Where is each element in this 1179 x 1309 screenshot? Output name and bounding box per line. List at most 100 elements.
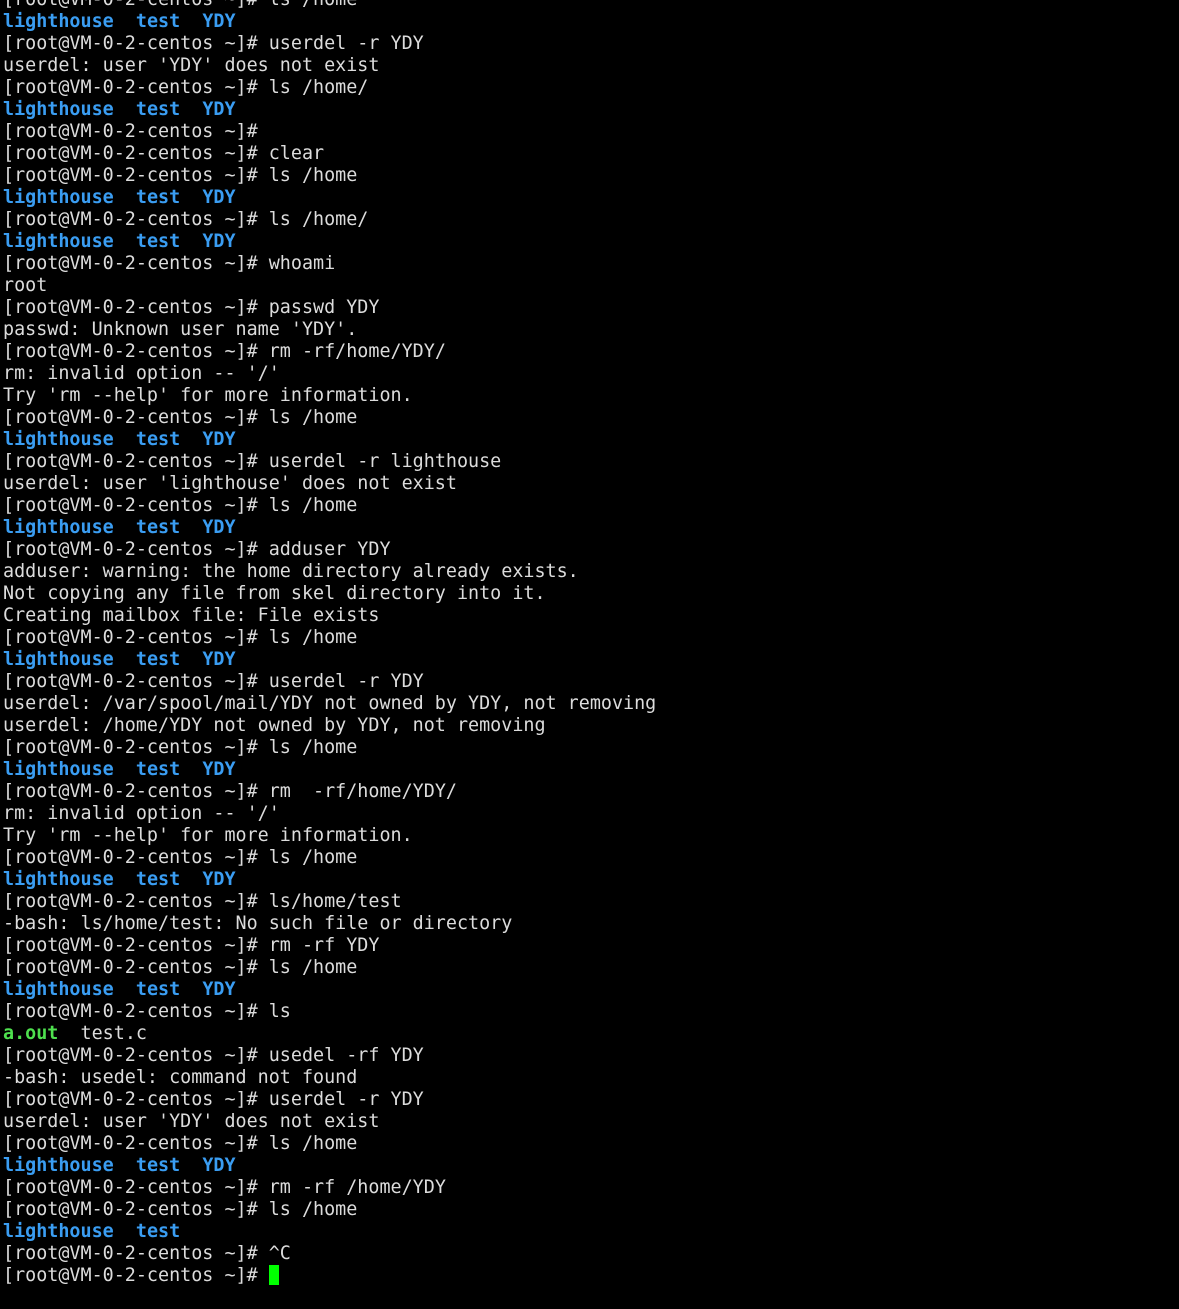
shell-prompt: [root@VM-0-2-centos ~]# <box>3 341 269 362</box>
shell-prompt: [root@VM-0-2-centos ~]# <box>3 781 269 802</box>
command-text: ls /home <box>268 957 358 978</box>
output-line: userdel: /home/YDY not owned by YDY, not… <box>3 715 656 737</box>
output-text: Try 'rm --help' for more information. <box>3 825 413 846</box>
prompt-line: [root@VM-0-2-centos ~]# ls /home <box>3 627 656 649</box>
shell-prompt: [root@VM-0-2-centos ~]# <box>3 165 269 186</box>
ls-entry-dir: test <box>135 649 181 670</box>
prompt-line: [root@VM-0-2-centos ~]# ls /home <box>3 165 656 187</box>
shell-prompt: [root@VM-0-2-centos ~]# <box>3 407 269 428</box>
command-text: ls /home <box>268 1199 358 1220</box>
output-text: userdel: user 'lighthouse' does not exis… <box>3 473 457 494</box>
command-text: ls /home <box>268 737 358 758</box>
output-line: rm: invalid option -- '/' <box>3 803 656 825</box>
prompt-line: [root@VM-0-2-centos ~]# ls /home <box>3 957 656 979</box>
ls-entry-dir: YDY <box>202 649 236 670</box>
ls-entry-dir: lighthouse <box>3 11 114 32</box>
ls-entry-dir: lighthouse <box>3 1221 114 1242</box>
command-text: ls /home <box>269 0 358 10</box>
output-text: userdel: /home/YDY not owned by YDY, not… <box>3 715 546 736</box>
ls-entry-dir: YDY <box>202 1155 236 1176</box>
ls-entry-dir: test <box>135 1221 181 1242</box>
output-line: rm: invalid option -- '/' <box>3 363 656 385</box>
ls-listing: lighthouse test YDY <box>3 759 656 781</box>
ls-entry-dir: lighthouse <box>3 979 114 1000</box>
shell-prompt: [root@VM-0-2-centos ~]# <box>3 1045 269 1066</box>
ls-entry-dir: test <box>135 1155 181 1176</box>
prompt-line: [root@VM-0-2-centos ~]# ^C <box>3 1243 656 1265</box>
command-text: ls /home/ <box>268 77 369 98</box>
output-text: userdel: user 'YDY' does not exist <box>3 55 380 76</box>
ls-listing: lighthouse test YDY <box>3 231 656 253</box>
ls-entry-dir: lighthouse <box>3 649 114 670</box>
prompt-line: [root@VM-0-2-centos ~]# <box>3 121 656 143</box>
ls-listing: lighthouse test YDY <box>3 187 656 209</box>
output-line: userdel: /var/spool/mail/YDY not owned b… <box>3 693 656 715</box>
ls-listing: lighthouse test YDY <box>3 429 656 451</box>
command-text: passwd YDY <box>268 297 380 318</box>
output-line: userdel: user 'YDY' does not exist <box>3 1111 656 1133</box>
ls-entry-dir: test <box>135 429 181 450</box>
output-text: root <box>3 275 48 296</box>
prompt-line: [root@VM-0-2-centos ~]# rm -rf /home/YDY <box>3 1177 656 1199</box>
ls-entry-dir: test <box>135 759 181 780</box>
shell-prompt: [root@VM-0-2-centos ~]# <box>3 1265 269 1286</box>
output-line: -bash: usedel: command not found <box>3 1067 656 1089</box>
cursor[interactable] <box>268 1265 279 1285</box>
ls-entry-dir: test <box>135 11 181 32</box>
ls-entry-dir: test <box>135 869 181 890</box>
command-text: ls /home <box>268 495 358 516</box>
ls-entry-dir: YDY <box>202 429 236 450</box>
shell-prompt: [root@VM-0-2-centos ~]# <box>3 77 269 98</box>
prompt-line: [root@VM-0-2-centos ~]# clear <box>3 143 656 165</box>
ls-listing: lighthouse test YDY <box>3 11 656 33</box>
ls-entry-dir: test <box>135 99 181 120</box>
command-text: clear <box>268 143 325 164</box>
shell-prompt: [root@VM-0-2-centos ~]# <box>3 451 269 472</box>
output-line: -bash: ls/home/test: No such file or dir… <box>3 913 656 935</box>
prompt-line: [root@VM-0-2-centos ~]# ls /home <box>3 847 656 869</box>
shell-prompt: [root@VM-0-2-centos ~]# <box>3 671 269 692</box>
ls-listing: a.out test.c <box>3 1023 656 1045</box>
ls-listing: lighthouse test YDY <box>3 517 656 539</box>
shell-prompt: [root@VM-0-2-centos ~]# <box>3 209 269 230</box>
shell-prompt: [root@VM-0-2-centos ~]# <box>3 957 269 978</box>
command-text: ls /home <box>268 165 358 186</box>
prompt-line: [root@VM-0-2-centos ~]# ls /home <box>3 0 656 11</box>
prompt-line: [root@VM-0-2-centos ~]# userdel -r light… <box>3 451 656 473</box>
prompt-line: [root@VM-0-2-centos ~]# rm -rf/home/YDY/ <box>3 781 656 803</box>
prompt-line: [root@VM-0-2-centos ~]# ls /home <box>3 1199 656 1221</box>
prompt-line: [root@VM-0-2-centos ~]# ls /home <box>3 737 656 759</box>
output-text: Try 'rm --help' for more information. <box>3 385 413 406</box>
ls-entry-dir: lighthouse <box>3 99 114 120</box>
ls-listing: lighthouse test YDY <box>3 649 656 671</box>
command-text: rm -rf YDY <box>268 935 380 956</box>
output-line: Try 'rm --help' for more information. <box>3 825 656 847</box>
command-text: usedel -rf YDY <box>268 1045 424 1066</box>
shell-prompt: [root@VM-0-2-centos ~]# <box>3 0 269 10</box>
command-text: rm -rf/home/YDY/ <box>268 341 446 362</box>
prompt-line: [root@VM-0-2-centos ~]# adduser YDY <box>3 539 656 561</box>
ls-entry-dir: YDY <box>202 99 236 120</box>
output-line: Creating mailbox file: File exists <box>3 605 656 627</box>
ls-entry-dir: test <box>135 231 181 252</box>
output-line: userdel: user 'YDY' does not exist <box>3 55 656 77</box>
shell-prompt: [root@VM-0-2-centos ~]# <box>3 737 269 758</box>
ls-entry-dir: lighthouse <box>3 231 114 252</box>
ls-entry-dir: YDY <box>202 759 236 780</box>
terminal-output[interactable]: [root@VM-0-2-centos ~]# ls /homelighthou… <box>3 0 656 1287</box>
prompt-line: [root@VM-0-2-centos ~]# userdel -r YDY <box>3 33 656 55</box>
ls-entry-dir: lighthouse <box>3 759 114 780</box>
shell-prompt: [root@VM-0-2-centos ~]# <box>3 627 269 648</box>
command-text: ls /home <box>268 407 358 428</box>
ls-entry-dir: lighthouse <box>3 517 114 538</box>
command-text: rm -rf/home/YDY/ <box>268 781 457 802</box>
ls-entry-dir: YDY <box>202 979 236 1000</box>
ls-listing: lighthouse test YDY <box>3 979 656 1001</box>
shell-prompt: [root@VM-0-2-centos ~]# <box>3 143 269 164</box>
ls-entry-dir: lighthouse <box>3 429 114 450</box>
command-text: userdel -r lighthouse <box>268 451 502 472</box>
command-text: whoami <box>268 253 336 274</box>
prompt-line: [root@VM-0-2-centos ~]# ls /home/ <box>3 77 656 99</box>
output-text: userdel: /var/spool/mail/YDY not owned b… <box>3 693 657 714</box>
shell-prompt: [root@VM-0-2-centos ~]# <box>3 1133 269 1154</box>
